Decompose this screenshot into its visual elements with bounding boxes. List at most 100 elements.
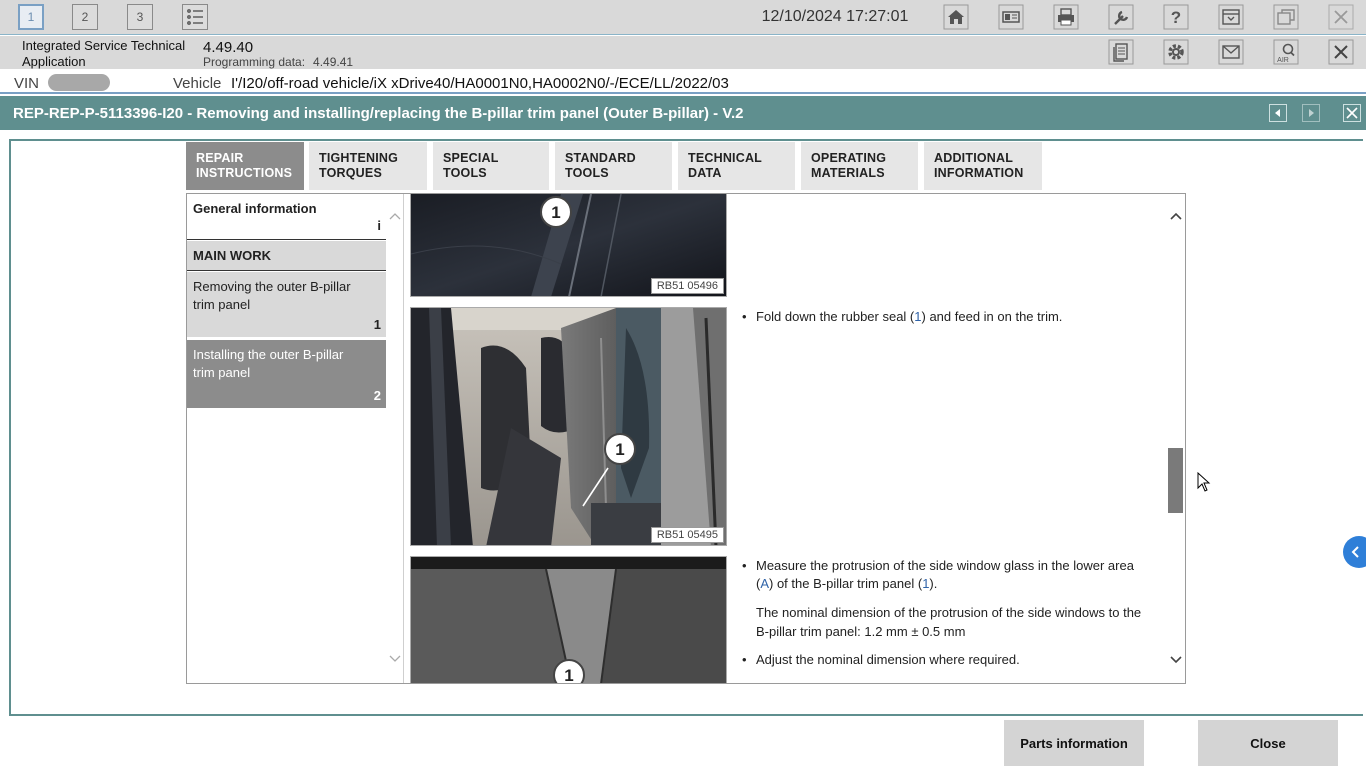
tab-special-tools[interactable]: SPECIAL TOOLS bbox=[433, 142, 549, 190]
chevron-down-icon[interactable] bbox=[1169, 655, 1183, 665]
chevron-down-icon[interactable] bbox=[388, 654, 402, 664]
tab-technical-data[interactable]: TECHNICAL DATA bbox=[678, 142, 795, 190]
step-text: Adjust the nominal dimension where requi… bbox=[756, 652, 1020, 667]
callout-link-a[interactable]: A bbox=[760, 576, 769, 591]
air-search-icon[interactable]: AIR bbox=[1272, 39, 1300, 65]
vehicle-label: Vehicle bbox=[173, 75, 222, 92]
step-text-part: ) of the B-pillar trim panel ( bbox=[769, 576, 923, 591]
callout-link-1[interactable]: 1 bbox=[914, 309, 921, 324]
next-document-button[interactable] bbox=[1302, 104, 1320, 122]
tab-standard-tools[interactable]: STANDARD TOOLS bbox=[555, 142, 672, 190]
callout-number: 1 bbox=[551, 203, 560, 222]
arrow-right-icon bbox=[1309, 109, 1314, 117]
step-measure-protrusion: • Measure the protrusion of the side win… bbox=[742, 557, 1162, 597]
document-title-bar: REP-REP-P-5113396-I20 - Removing and ins… bbox=[0, 96, 1366, 130]
nav-general-information[interactable]: General information i bbox=[187, 194, 386, 240]
help-icon[interactable]: ? bbox=[1162, 4, 1190, 30]
tab-label-line1: REPAIR bbox=[196, 151, 244, 165]
mouse-cursor-icon bbox=[1197, 472, 1211, 492]
home-icon[interactable] bbox=[942, 4, 970, 30]
procedure-image-rb5105495: 1 RB51 05495 bbox=[410, 307, 727, 546]
workspace-3-button[interactable]: 3 bbox=[127, 4, 153, 30]
tab-operating-materials[interactable]: OPERATING MATERIALS bbox=[801, 142, 918, 190]
callout-number: 1 bbox=[564, 666, 573, 683]
datetime-display: 12/10/2024 17:27:01 bbox=[761, 8, 909, 25]
settings-gear-icon[interactable] bbox=[1162, 39, 1190, 65]
image-reference: RB51 05496 bbox=[650, 278, 724, 294]
application-name: Integrated Service Technical Application bbox=[22, 38, 186, 69]
callout-number: 1 bbox=[615, 440, 624, 459]
tab-repair-instructions[interactable]: REPAIR INSTRUCTIONS bbox=[186, 142, 304, 190]
step-text-part: ). bbox=[929, 576, 938, 591]
nav-item-installing[interactable]: Installing the outer B-pillar trim panel… bbox=[187, 340, 386, 408]
chevron-up-icon[interactable] bbox=[1169, 211, 1183, 221]
tab-label-line1: OPERATING bbox=[811, 151, 887, 165]
parts-information-button[interactable]: Parts information bbox=[1004, 720, 1144, 766]
nominal-dimension-note: The nominal dimension of the protrusion … bbox=[756, 603, 1166, 641]
arrow-left-icon bbox=[1275, 109, 1280, 117]
step-text-part: Fold down the rubber seal ( bbox=[756, 309, 915, 324]
nav-item-number: 2 bbox=[373, 388, 381, 403]
vin-label: VIN bbox=[14, 75, 40, 92]
programming-data: Programming data: 4.49.41 bbox=[203, 55, 353, 69]
image-reference: RB51 05495 bbox=[650, 527, 724, 543]
svg-text:AIR: AIR bbox=[1277, 57, 1289, 64]
top-toolbar: 1 2 3 12/10/2024 17:27:01 ? bbox=[0, 0, 1366, 35]
close-button[interactable]: Close bbox=[1198, 720, 1338, 766]
close-document-button[interactable] bbox=[1343, 104, 1361, 122]
nav-scrollbar[interactable] bbox=[387, 194, 404, 683]
step-text-line: (A) of the B-pillar trim panel (1). bbox=[756, 575, 1161, 593]
nav-item-label: Removing the outer B-pillar trim panel bbox=[193, 279, 351, 312]
tab-label-line1: ADDITIONAL bbox=[934, 151, 1014, 165]
close-icon[interactable] bbox=[1327, 4, 1355, 30]
mail-icon[interactable] bbox=[1217, 39, 1245, 65]
scrollbar-thumb[interactable] bbox=[1168, 448, 1183, 513]
wrench-icon[interactable] bbox=[1107, 4, 1135, 30]
close-icon[interactable] bbox=[1327, 39, 1355, 65]
step-navigation: General information i MAIN WORK Removing… bbox=[187, 194, 387, 683]
document-title: REP-REP-P-5113396-I20 - Removing and ins… bbox=[13, 105, 744, 122]
tab-label-line1: SPECIAL TOOLS bbox=[443, 151, 499, 180]
application-version: 4.49.40 bbox=[203, 39, 254, 56]
step-fold-rubber-seal: • Fold down the rubber seal (1) and feed… bbox=[742, 308, 1162, 328]
chevron-up-icon[interactable] bbox=[388, 211, 402, 221]
tab-label-line2: MATERIALS bbox=[811, 166, 885, 180]
step-text: Fold down the rubber seal (1) and feed i… bbox=[756, 308, 1062, 326]
note-line: B-pillar trim panel: 1.2 mm ± 0.5 mm bbox=[756, 624, 966, 639]
tab-tightening-torques[interactable]: TIGHTENING TORQUES bbox=[309, 142, 427, 190]
download-icon[interactable] bbox=[1217, 4, 1245, 30]
bullet-point: • bbox=[742, 558, 747, 573]
tab-label-line1: STANDARD bbox=[565, 151, 636, 165]
list-icon[interactable] bbox=[182, 4, 208, 30]
vin-value-masked bbox=[48, 74, 110, 91]
vehicle-bar: VIN Vehicle I'/I20/off-road vehicle/iX x… bbox=[0, 71, 1366, 94]
content-scrollbar[interactable] bbox=[1167, 194, 1184, 683]
close-icon bbox=[1346, 107, 1358, 119]
step-text: Measure the protrusion of the side windo… bbox=[756, 557, 1161, 593]
bullet-point: • bbox=[742, 652, 747, 667]
side-panel-handle[interactable] bbox=[1343, 536, 1366, 568]
window-glass-photo: 1 bbox=[411, 557, 726, 683]
document-icon[interactable] bbox=[1107, 39, 1135, 65]
previous-document-button[interactable] bbox=[1269, 104, 1287, 122]
id-card-icon[interactable] bbox=[997, 4, 1025, 30]
programming-data-value: 4.49.41 bbox=[313, 55, 354, 69]
workspace-2-button[interactable]: 2 bbox=[72, 4, 98, 30]
nav-item-removing[interactable]: Removing the outer B-pillar trim panel 1 bbox=[187, 272, 386, 338]
nav-item-label: Installing the outer B-pillar trim panel bbox=[193, 347, 344, 380]
step-text-part: ) and feed in on the trim. bbox=[921, 309, 1063, 324]
procedure-image-window-gap: 1 bbox=[410, 556, 727, 683]
window-restore-icon[interactable] bbox=[1272, 4, 1300, 30]
tab-label-line2: INSTRUCTIONS bbox=[196, 166, 293, 180]
tab-additional-information[interactable]: ADDITIONAL INFORMATION bbox=[924, 142, 1042, 190]
programming-data-label: Programming data: bbox=[203, 55, 306, 69]
tab-label-line1: TECHNICAL bbox=[688, 151, 763, 165]
bullet-point: • bbox=[742, 309, 747, 324]
step-adjust-dimension: • Adjust the nominal dimension where req… bbox=[742, 651, 1162, 671]
step-text-line: Measure the protrusion of the side windo… bbox=[756, 558, 1134, 573]
info-icon: i bbox=[377, 218, 381, 233]
application-bar: Integrated Service Technical Application… bbox=[0, 36, 1366, 69]
workspace-1-button[interactable]: 1 bbox=[18, 4, 44, 30]
printer-icon[interactable] bbox=[1052, 4, 1080, 30]
tab-label-line1: TIGHTENING bbox=[319, 151, 399, 165]
